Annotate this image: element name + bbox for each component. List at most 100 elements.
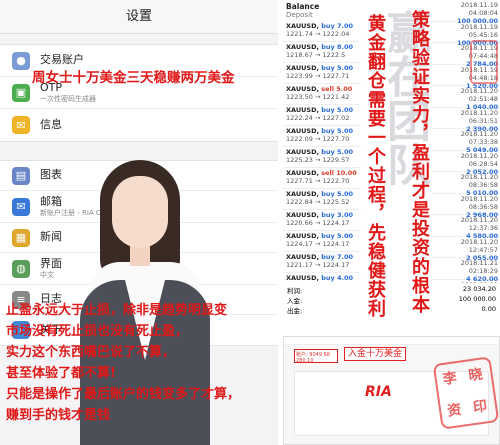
vertical-caption-2: 策略验证实力，盈利才是投资的根本: [409, 10, 430, 314]
trade-row[interactable]: XAUUSD, buy 5.00 1222.84 → 1225.52: [283, 189, 361, 210]
paragraph-line: 甚至体验了都不算!: [6, 366, 116, 381]
trade-row[interactable]: XAUUSD, buy 5.00 1222.24 → 1227.02: [283, 105, 361, 126]
trade-time: 2018.11.20 12:37:36: [460, 216, 498, 232]
seal-stamp: 李 晓 资 印: [432, 356, 500, 430]
trade-symbol: XAUUSD,: [286, 211, 319, 219]
trade-symbol: XAUUSD,: [286, 232, 319, 240]
summary-row: 入金: 100 000.00: [287, 295, 496, 305]
summary-value: 100 000.00: [458, 295, 496, 303]
trade-symbol: XAUUSD,: [286, 190, 319, 198]
summary-label: 入金:: [287, 297, 303, 305]
account-box: 账户: 9049 68 280.10: [294, 349, 338, 364]
trade-lots: 5.00: [337, 106, 354, 114]
trade-time: 2018.11.20 08:36:58: [460, 194, 498, 211]
seal-char: 资: [446, 401, 463, 420]
trade-symbol: XAUUSD,: [286, 64, 319, 72]
trade-time: 2018.11.20 06:31:51: [460, 108, 498, 125]
trade-lots: 5.00: [337, 64, 354, 72]
trade-header: Balance Deposit: [283, 0, 361, 21]
trade-row[interactable]: XAUUSD, buy 3.00 1220.66 → 1224.17: [283, 210, 361, 231]
trade-prices: 1222.09 → 1227.70: [286, 135, 350, 143]
trade-side: buy: [321, 64, 335, 72]
trade-lots: 5.00: [337, 148, 354, 156]
trade-side: buy: [321, 127, 335, 135]
trade-row[interactable]: XAUUSD, buy 5.00 1225.23 → 1229.57: [283, 147, 361, 168]
trade-time: 2018.11.19 04:08:04: [460, 1, 498, 17]
trade-row[interactable]: XAUUSD, buy 5.00 1223.99 → 1227.71: [283, 63, 361, 84]
date-row: 2018.11.20 08:36:58 5 010.00: [432, 172, 500, 197]
trade-symbol: XAUUSD,: [286, 22, 319, 30]
trade-lots: 7.00: [337, 253, 354, 261]
mail-icon: ✉: [12, 197, 30, 216]
summary-value: 23 034.20: [462, 285, 496, 293]
trade-prices: 1222.24 → 1227.02: [286, 114, 350, 122]
trade-row[interactable]: XAUUSD, buy 8.00 1218.67 → 1222.5: [283, 42, 361, 63]
trade-side: buy: [321, 148, 335, 156]
balance-label: Balance: [286, 2, 320, 11]
trade-prices: 1218.67 → 1222.5: [286, 51, 346, 59]
summary-label: 利润:: [287, 287, 303, 295]
lock-icon: ▣: [12, 83, 30, 102]
trade-prices: 1224.17 → 1224.17: [286, 240, 350, 248]
paragraph-line: 赚到手的钱才是钱: [6, 408, 111, 423]
paragraph-caption: 止盈永远大于止损，除非是趋势明显变 市场没有死止损也没有死止盈， 实力这个东西嘴…: [6, 300, 286, 426]
news-icon: ▦: [12, 228, 30, 247]
trade-summary: 利润: 23 034.20 入金: 100 000.00 出金: 0.00: [283, 283, 500, 333]
account-text: 账户: 9049 68 280.10: [296, 352, 330, 364]
date-row: 2018.11.20 12:47:57 2 055.00: [432, 237, 500, 262]
trade-symbol: XAUUSD,: [286, 169, 319, 177]
trade-row[interactable]: XAUUSD, buy 7.00 1221.17 → 1224.17: [283, 252, 361, 273]
summary-row: 出金: 0.00: [287, 305, 496, 315]
trade-prices: 1227.71 → 1222.70: [286, 177, 350, 185]
date-row: 2018.11.20 02:51:48 1 040.00: [432, 86, 500, 111]
settings-item-label: 新闻: [40, 230, 62, 244]
date-row: 2018.11.20 07:33:38 5 049.00: [432, 129, 500, 154]
trade-row[interactable]: XAUUSD, buy 7.00 1221.74 → 1222.04: [283, 21, 361, 42]
globe-icon: ◍: [12, 259, 30, 278]
trade-time: 2018.11.20 06:28:54: [460, 151, 498, 168]
date-row: 2018.11.20 08:36:58 2 968.00: [432, 194, 500, 219]
trade-side: sell: [321, 85, 334, 93]
date-row: 2018.11.20 06:31:51 2 390.00: [432, 108, 500, 133]
trade-symbol: XAUUSD,: [286, 127, 319, 135]
trade-side: buy: [321, 211, 335, 219]
trade-lots: 10.00: [336, 169, 357, 177]
settings-item-label: 图表: [40, 168, 62, 182]
settings-item-label: 交易账户: [40, 53, 84, 67]
trade-lots: 5.00: [336, 85, 353, 93]
deposit-label: Deposit: [286, 11, 313, 19]
settings-title: 设置: [0, 0, 278, 34]
trade-side: buy: [321, 274, 335, 282]
trade-time: 2018.11.20 07:33:38: [460, 130, 498, 146]
trade-side: buy: [321, 106, 335, 114]
seal-stamp-top: [470, 40, 498, 84]
trade-row[interactable]: XAUUSD, sell 10.00 1227.71 → 1222.70: [283, 168, 361, 189]
trade-row[interactable]: XAUUSD, buy 5.00 1222.09 → 1227.70: [283, 126, 361, 147]
trade-prices: 1221.17 → 1224.17: [286, 261, 350, 269]
message-icon: ✉: [12, 116, 30, 134]
settings-item-label: 信息: [40, 117, 62, 131]
paragraph-line: 只能是操作了最后账户的钱变多了才算，: [6, 387, 241, 402]
trade-side: buy: [321, 253, 335, 261]
trade-time: 2018.11.21 02:18:29: [460, 259, 498, 275]
trade-prices: 1221.74 → 1222.04: [286, 30, 350, 38]
settings-item-label: 界面: [40, 257, 62, 271]
trade-time: 2018.11.20 08:36:58: [460, 173, 498, 189]
trade-symbol: XAUUSD,: [286, 274, 319, 282]
summary-row: 利润: 23 034.20: [287, 285, 496, 295]
trade-row[interactable]: XAUUSD, sell 5.00 1223.50 → 1221.42: [283, 84, 361, 105]
trade-prices: 1220.66 → 1224.17: [286, 219, 350, 227]
trade-time: 2018.11.20 12:47:57: [460, 237, 498, 254]
deposit-label-box: 入金十万美金: [344, 347, 407, 361]
date-row: 2018.11.21 02:18:29 4 620.00: [432, 258, 500, 283]
trade-side: sell: [321, 169, 334, 177]
trade-symbol: XAUUSD,: [286, 253, 319, 261]
trade-time: 2018.11.20 02:51:48: [460, 87, 498, 103]
trade-symbol: XAUUSD,: [286, 106, 319, 114]
trade-row[interactable]: XAUUSD, buy 5.00 1224.17 → 1224.17: [283, 231, 361, 252]
trade-side: buy: [321, 43, 335, 51]
trade-prices: 1222.84 → 1225.52: [286, 198, 350, 206]
trade-lots: 4.00: [337, 274, 354, 282]
settings-item-messages[interactable]: ✉ 信息: [0, 109, 278, 141]
trade-symbol: XAUUSD,: [286, 43, 319, 51]
